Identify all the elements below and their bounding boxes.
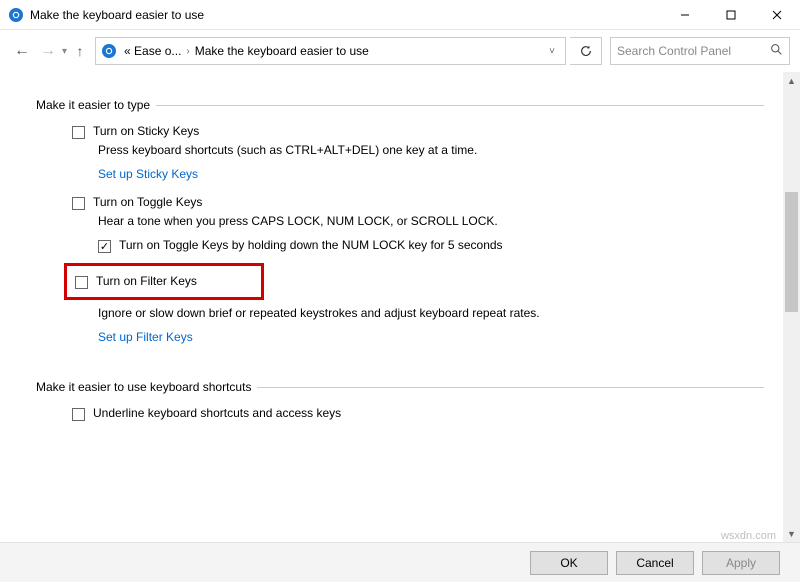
apply-button[interactable]: Apply: [702, 551, 780, 575]
address-bar[interactable]: « Ease o... › Make the keyboard easier t…: [95, 37, 566, 65]
setup-filter-keys-link[interactable]: Set up Filter Keys: [98, 330, 764, 344]
toggle-keys-desc: Hear a tone when you press CAPS LOCK, NU…: [98, 214, 764, 228]
control-panel-icon: [8, 7, 24, 23]
content-area: Make it easier to type Turn on Sticky Ke…: [0, 72, 800, 542]
toggle-keys-checkbox[interactable]: [72, 197, 85, 210]
toggle-keys-numlock-label: Turn on Toggle Keys by holding down the …: [119, 238, 503, 252]
filter-keys-checkbox[interactable]: [75, 276, 88, 289]
search-icon: [770, 43, 783, 59]
underline-shortcuts-label: Underline keyboard shortcuts and access …: [93, 406, 341, 420]
scroll-thumb[interactable]: [785, 192, 798, 312]
section-easier-to-type: Make it easier to type Turn on Sticky Ke…: [36, 98, 764, 372]
sticky-keys-checkbox[interactable]: [72, 126, 85, 139]
vertical-scrollbar[interactable]: ▲ ▼: [783, 72, 800, 542]
chevron-right-icon[interactable]: ›: [183, 46, 192, 57]
window-controls: [662, 0, 800, 29]
refresh-button[interactable]: [570, 37, 602, 65]
up-button[interactable]: ↑: [69, 43, 91, 59]
back-button[interactable]: ←: [10, 39, 34, 63]
highlight-filter-keys: Turn on Filter Keys: [64, 263, 264, 300]
filter-keys-label: Turn on Filter Keys: [96, 274, 197, 288]
section-legend: Make it easier to use keyboard shortcuts: [36, 380, 257, 394]
titlebar: Make the keyboard easier to use: [0, 0, 800, 30]
setup-sticky-keys-link[interactable]: Set up Sticky Keys: [98, 167, 764, 181]
section-legend: Make it easier to type: [36, 98, 156, 112]
sticky-keys-label: Turn on Sticky Keys: [93, 124, 199, 138]
search-placeholder: Search Control Panel: [617, 44, 731, 58]
window-title: Make the keyboard easier to use: [30, 8, 204, 22]
minimize-button[interactable]: [662, 0, 708, 30]
scroll-up-button[interactable]: ▲: [783, 72, 800, 89]
navbar: ← → ▾ ↑ « Ease o... › Make the keyboard …: [0, 30, 800, 72]
maximize-button[interactable]: [708, 0, 754, 30]
filter-keys-desc: Ignore or slow down brief or repeated ke…: [98, 306, 764, 320]
control-panel-icon: [100, 42, 118, 60]
section-keyboard-shortcuts: Make it easier to use keyboard shortcuts…: [36, 380, 764, 439]
footer: OK Cancel Apply: [0, 542, 800, 582]
breadcrumb-seg-2[interactable]: Make the keyboard easier to use: [193, 44, 371, 58]
underline-shortcuts-checkbox[interactable]: [72, 408, 85, 421]
watermark: wsxdn.com: [721, 530, 776, 542]
forward-button[interactable]: →: [36, 39, 60, 63]
address-dropdown[interactable]: ˅: [543, 46, 561, 57]
toggle-keys-label: Turn on Toggle Keys: [93, 195, 202, 209]
cancel-button[interactable]: Cancel: [616, 551, 694, 575]
toggle-keys-numlock-checkbox[interactable]: ✓: [98, 240, 111, 253]
breadcrumb-seg-1[interactable]: « Ease o...: [122, 44, 183, 58]
scroll-down-button[interactable]: ▼: [783, 525, 800, 542]
search-input[interactable]: Search Control Panel: [610, 37, 790, 65]
ok-button[interactable]: OK: [530, 551, 608, 575]
history-dropdown[interactable]: ▾: [62, 46, 67, 57]
close-button[interactable]: [754, 0, 800, 30]
sticky-keys-desc: Press keyboard shortcuts (such as CTRL+A…: [98, 143, 764, 157]
